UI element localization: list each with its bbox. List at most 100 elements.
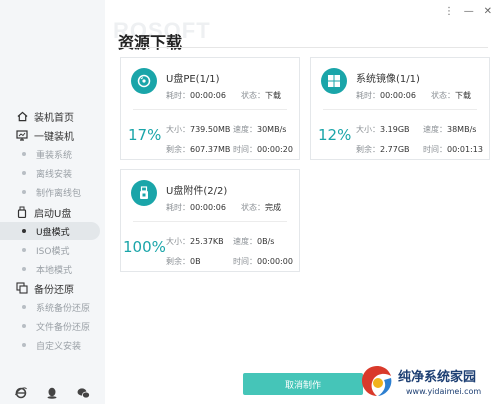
brand-name: 纯净系统家园	[398, 370, 477, 385]
close-icon[interactable]: ✕	[484, 6, 492, 18]
brand-mark-icon	[362, 366, 392, 396]
download-name: U盘附件(2/2)	[166, 186, 228, 197]
download-name: U盘PE(1/1)	[166, 74, 220, 85]
nav-home-label: 装机首页	[34, 112, 74, 124]
remain-value: 0B	[190, 257, 201, 266]
time-value: 00:00:00	[257, 257, 293, 266]
bullet-icon	[22, 305, 26, 309]
brand-url: www.yidaimei.com	[406, 387, 482, 396]
speed-info: 速度：30MB/s	[233, 125, 287, 134]
speed-value: 0B/s	[257, 237, 275, 246]
status-info: 状态：下载	[241, 91, 281, 100]
nav-item-custom-install[interactable]: 自定义安装	[0, 336, 100, 354]
speed-value: 38MB/s	[447, 125, 477, 134]
cancel-button[interactable]: 取消制作	[243, 373, 363, 395]
window-controls: ⋮ — ✕	[444, 6, 492, 18]
time-info: 时间：00:00:20	[233, 145, 293, 154]
remain-value: 2.77GB	[380, 145, 410, 154]
nav-one-click-install[interactable]: 一键装机	[0, 126, 105, 144]
bullet-icon	[22, 171, 26, 175]
bullet-icon	[22, 152, 26, 156]
progress-percent: 17%	[128, 126, 162, 144]
windows-icon	[321, 68, 347, 94]
status-value: 下载	[455, 91, 471, 100]
title-divider	[118, 47, 488, 48]
nav-item-local-mode[interactable]: 本地模式	[0, 260, 100, 278]
card-divider	[133, 109, 287, 110]
size-info: 大小：739.50MB	[166, 125, 231, 134]
speed-value: 30MB/s	[257, 125, 287, 134]
nav-item-system-backup[interactable]: 系统备份还原	[0, 298, 100, 316]
backup-icon	[16, 282, 28, 294]
nav-item-label: 制作离线包	[36, 188, 82, 199]
nav-item-label: 离线安装	[36, 169, 73, 180]
elapsed-value: 00:00:06	[190, 203, 226, 212]
size-info: 大小：3.19GB	[356, 125, 410, 134]
bullet-icon	[22, 229, 26, 233]
speed-info: 速度：0B/s	[233, 237, 275, 246]
bullet-icon	[22, 343, 26, 347]
time-info: 时间：00:01:13	[423, 145, 483, 154]
home-icon	[16, 110, 28, 122]
size-value: 739.50MB	[190, 125, 231, 134]
nav-one-click-install-label: 一键装机	[34, 131, 74, 143]
brand-logo: 纯净系统家园 www.yidaimei.com	[356, 360, 500, 404]
nav-item-iso-mode[interactable]: ISO模式	[0, 241, 100, 259]
minimize-icon[interactable]: —	[464, 6, 474, 18]
time-info: 时间：00:00:00	[233, 257, 293, 266]
sidebar: 装机首页 一键装机 重装系统 离线安装 制作离线包 启动U盘 U盘模式 ISO模…	[0, 0, 105, 404]
nav-item-reinstall-system[interactable]: 重装系统	[0, 145, 100, 163]
menu-icon[interactable]: ⋮	[444, 6, 454, 18]
status-value: 下载	[265, 91, 281, 100]
elapsed-value: 00:00:06	[380, 91, 416, 100]
time-value: 00:00:20	[257, 145, 293, 154]
remain-info: 剩余：607.37MB	[166, 145, 231, 154]
nav-item-label: 文件备份还原	[36, 322, 91, 333]
download-card-system-image: 系统镜像(1/1) 耗时：00:00:06 状态：下载 12% 大小：3.19G…	[310, 57, 490, 160]
usb-drive-icon	[131, 180, 157, 206]
size-value: 25.37KB	[190, 237, 224, 246]
disc-icon	[131, 68, 157, 94]
nav-boot-usb[interactable]: 启动U盘	[0, 203, 105, 221]
elapsed-info: 耗时：00:00:06	[356, 91, 416, 100]
ie-icon[interactable]	[15, 384, 27, 399]
nav-item-label: 系统备份还原	[36, 303, 91, 314]
progress-percent: 12%	[318, 126, 352, 144]
bullet-icon	[22, 324, 26, 328]
status-info: 状态：下载	[431, 91, 471, 100]
nav-item-label: 重装系统	[36, 150, 73, 161]
speed-info: 速度：38MB/s	[423, 125, 477, 134]
nav-item-label: ISO模式	[36, 246, 70, 257]
card-divider	[323, 109, 477, 110]
nav-item-label: 自定义安装	[36, 341, 82, 352]
nav-item-label: 本地模式	[36, 265, 73, 276]
bullet-icon	[22, 267, 26, 271]
elapsed-info: 耗时：00:00:06	[166, 203, 226, 212]
page-title: 资源下载	[118, 33, 183, 52]
time-value: 00:01:13	[447, 145, 483, 154]
usb-icon	[16, 206, 28, 218]
nav-item-make-offline-package[interactable]: 制作离线包	[0, 183, 100, 201]
bullet-icon	[22, 190, 26, 194]
size-info: 大小：25.37KB	[166, 237, 224, 246]
social-links	[0, 380, 105, 400]
nav-boot-usb-label: 启动U盘	[34, 208, 72, 220]
wechat-icon[interactable]	[77, 384, 90, 399]
remain-value: 607.37MB	[190, 145, 231, 154]
nav-item-offline-install[interactable]: 离线安装	[0, 164, 100, 182]
nav-item-label: U盘模式	[36, 227, 70, 238]
card-divider	[133, 221, 287, 222]
monitor-icon	[16, 129, 28, 141]
nav-home[interactable]: 装机首页	[0, 107, 105, 125]
qq-icon[interactable]	[46, 384, 58, 399]
status-info: 状态：完成	[241, 203, 281, 212]
nav-item-file-backup[interactable]: 文件备份还原	[0, 317, 100, 335]
elapsed-info: 耗时：00:00:06	[166, 91, 226, 100]
download-name: 系统镜像(1/1)	[356, 74, 420, 85]
nav-item-usb-mode[interactable]: U盘模式	[0, 222, 100, 240]
nav-backup-restore-label: 备份还原	[34, 284, 74, 296]
size-value: 3.19GB	[380, 125, 410, 134]
nav-backup-restore[interactable]: 备份还原	[0, 279, 105, 297]
download-card-usb-attachment: U盘附件(2/2) 耗时：00:00:06 状态：完成 100% 大小：25.3…	[120, 169, 300, 272]
progress-percent: 100%	[123, 238, 166, 256]
